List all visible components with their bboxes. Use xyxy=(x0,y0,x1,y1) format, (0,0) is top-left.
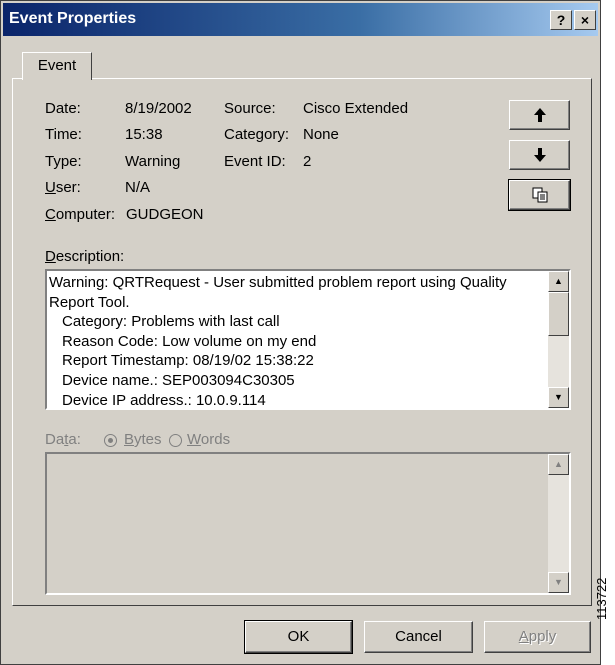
bytes-radio[interactable] xyxy=(104,434,117,447)
apply-button[interactable]: Apply xyxy=(484,621,591,653)
bytes-radio-dot xyxy=(108,438,113,443)
copy-icon xyxy=(532,187,547,203)
title-bar[interactable]: Event Properties ? × xyxy=(3,3,598,36)
date-value: 8/19/2002 xyxy=(125,100,192,117)
words-radio[interactable] xyxy=(169,434,182,447)
description-line: Device IP address.: 10.0.9.114 xyxy=(62,391,266,409)
bytes-label-hotkey: B xyxy=(124,431,135,448)
source-value: Cisco Extended xyxy=(303,100,409,117)
type-label: Type: xyxy=(45,153,82,170)
close-button[interactable]: × xyxy=(574,10,596,30)
user-label: User: xyxy=(45,179,81,196)
data-scroll-up-button[interactable]: ▲ xyxy=(548,454,569,475)
user-label-rest: ser: xyxy=(55,179,81,196)
description-text: Warning: QRTRequest - User submitted pro… xyxy=(49,273,545,409)
help-button[interactable]: ? xyxy=(550,10,572,30)
description-line: Reason Code: Low volume on my end xyxy=(62,332,317,350)
data-label: Data: xyxy=(45,431,81,448)
window-title: Event Properties xyxy=(9,10,137,27)
scroll-down-button[interactable]: ▼ xyxy=(548,387,569,408)
arrow-up-icon xyxy=(533,108,546,122)
cancel-button[interactable]: Cancel xyxy=(364,621,473,653)
arrow-down-icon xyxy=(533,148,546,162)
user-value: N/A xyxy=(125,179,151,196)
data-textbox[interactable]: ▲ ▼ xyxy=(45,452,571,595)
data-scroll-down-button[interactable]: ▼ xyxy=(548,572,569,593)
user-label-hotkey: U xyxy=(45,179,56,196)
source-label: Source: xyxy=(224,100,276,117)
words-label-hotkey: W xyxy=(187,431,201,448)
description-label-rest: escription: xyxy=(55,248,125,265)
description-label-hotkey: D xyxy=(45,248,56,265)
apply-label-hotkey: A xyxy=(518,628,529,645)
event-properties-dialog: Event Properties ? × Event Date: 8/19/20… xyxy=(0,0,601,665)
data-label-post: a: xyxy=(68,431,81,448)
computer-label-rest: omputer: xyxy=(55,206,116,223)
copy-button[interactable] xyxy=(508,179,571,211)
description-line: Report Timestamp: 08/19/02 15:38:22 xyxy=(62,352,314,370)
computer-label-hotkey: C xyxy=(45,206,56,223)
event-id-value: 2 xyxy=(303,153,312,170)
scroll-thumb[interactable] xyxy=(548,292,569,336)
data-scrollbar[interactable]: ▲ ▼ xyxy=(548,454,569,593)
data-label-pre: Da xyxy=(45,431,65,448)
bytes-label-rest: ytes xyxy=(134,431,162,448)
description-scrollbar[interactable]: ▲ ▼ xyxy=(548,271,569,408)
date-label: Date: xyxy=(45,100,81,117)
previous-event-button[interactable] xyxy=(509,100,570,130)
tab-event[interactable]: Event xyxy=(22,52,92,80)
time-label: Time: xyxy=(45,126,82,143)
words-label: Words xyxy=(187,431,230,448)
next-event-button[interactable] xyxy=(509,140,570,170)
bytes-label: Bytes xyxy=(124,431,162,448)
apply-label-rest: pply xyxy=(528,628,557,645)
category-value: None xyxy=(303,126,339,143)
description-line: Report Tool. xyxy=(49,293,130,311)
description-line: Device name.: SEP003094C30305 xyxy=(62,371,295,389)
ok-button[interactable]: OK xyxy=(244,620,353,654)
event-id-label: Event ID: xyxy=(224,153,286,170)
computer-value: GUDGEON xyxy=(126,206,204,223)
time-value: 15:38 xyxy=(125,126,163,143)
scroll-up-button[interactable]: ▲ xyxy=(548,271,569,292)
figure-id: 113722 xyxy=(594,577,609,620)
description-line: Warning: QRTRequest - User submitted pro… xyxy=(49,274,507,291)
description-textbox[interactable]: Warning: QRTRequest - User submitted pro… xyxy=(45,269,571,410)
type-value: Warning xyxy=(125,153,181,170)
description-line: Category: Problems with last call xyxy=(62,313,280,331)
description-label: Description: xyxy=(45,248,124,265)
category-label: Category: xyxy=(224,126,290,143)
words-label-rest: ords xyxy=(200,431,231,448)
apply-label: Apply xyxy=(519,628,557,645)
computer-label: Computer: xyxy=(45,206,115,223)
